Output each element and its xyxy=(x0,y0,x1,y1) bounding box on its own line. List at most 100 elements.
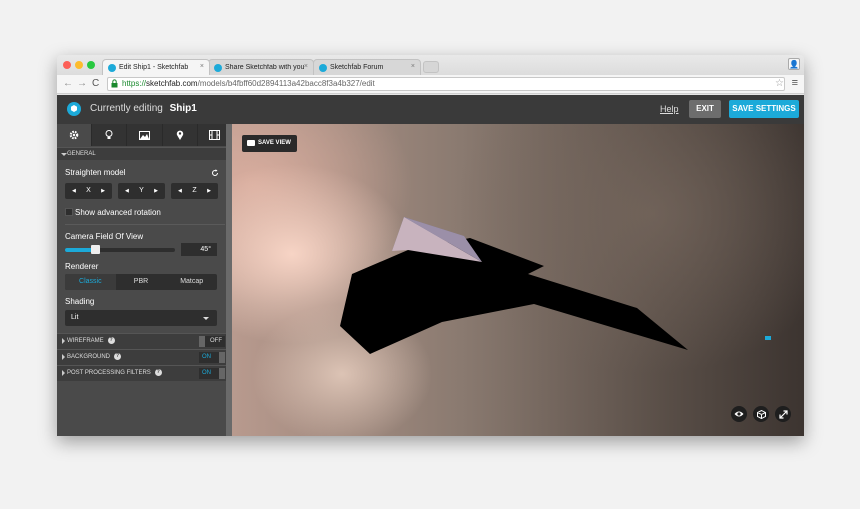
3d-viewport[interactable]: SAVE VIEW xyxy=(232,124,804,436)
help-icon[interactable]: ? xyxy=(114,352,122,360)
close-window-button[interactable] xyxy=(63,61,71,69)
exit-button[interactable]: EXIT xyxy=(689,100,721,118)
caret-down-icon xyxy=(61,153,67,156)
gear-icon xyxy=(69,130,79,140)
lightbulb-icon xyxy=(105,130,113,139)
fov-label: Camera Field Of View xyxy=(65,232,144,241)
toggle-nub xyxy=(199,336,205,347)
browser-tab-edit[interactable]: Edit Ship1 - Sketchfab × xyxy=(102,59,210,75)
renderer-selector: Classic PBR Matcap xyxy=(65,274,217,290)
general-section-header[interactable]: GENERAL xyxy=(57,147,232,160)
arrow-left-icon[interactable]: ◀ xyxy=(178,183,182,199)
chevron-down-icon xyxy=(203,317,209,320)
model-name: Ship1 xyxy=(169,103,197,114)
fov-slider-handle[interactable] xyxy=(90,245,100,254)
fullscreen-button[interactable] xyxy=(775,406,791,422)
caret-right-icon xyxy=(62,338,65,344)
new-tab-button[interactable] xyxy=(423,61,439,73)
rotate-z-control[interactable]: ◀ Z ▶ xyxy=(171,183,218,199)
help-link[interactable]: Help xyxy=(660,104,679,114)
browser-tab-share[interactable]: Share Sketchfab with you × xyxy=(208,59,314,75)
reset-rotation-icon[interactable] xyxy=(211,169,219,177)
background-toggle[interactable]: ON xyxy=(199,352,225,363)
url-host: sketchfab.com xyxy=(146,79,198,88)
browser-tab-forum[interactable]: Sketchfab Forum × xyxy=(313,59,421,75)
tab-close-icon[interactable]: × xyxy=(411,63,415,70)
ship-model[interactable] xyxy=(232,124,804,436)
tab-bar: Edit Ship1 - Sketchfab × Share Sketchfab… xyxy=(57,55,804,75)
film-icon xyxy=(209,130,221,140)
reload-icon[interactable]: C xyxy=(92,78,99,89)
help-icon[interactable]: ? xyxy=(154,368,162,376)
section-title: GENERAL xyxy=(67,151,96,157)
tab-title: Share Sketchfab with you xyxy=(225,64,305,71)
arrow-right-icon[interactable]: ▶ xyxy=(207,183,211,199)
app-header: Currently editing Ship1 Help EXIT SAVE S… xyxy=(57,95,804,124)
fov-value-input[interactable]: 45° xyxy=(181,243,217,256)
renderer-option-classic[interactable]: Classic xyxy=(65,274,116,290)
arrow-right-icon[interactable]: ▶ xyxy=(101,183,105,199)
view-mode-button[interactable] xyxy=(753,406,769,422)
panel-title: BACKGROUND xyxy=(67,354,111,360)
address-bar[interactable]: https://sketchfab.com/models/b4fbff60d28… xyxy=(107,77,785,91)
shading-select[interactable]: Lit xyxy=(65,310,217,326)
image-icon xyxy=(139,130,150,140)
fov-slider[interactable] xyxy=(65,245,175,254)
url-path: /models/b4fbff60d2894113a42bacc8f3a4b327… xyxy=(197,79,375,88)
help-icon[interactable]: ? xyxy=(107,336,115,344)
wireframe-panel[interactable]: WIREFRAME? OFF xyxy=(57,333,232,349)
toggle-state: ON xyxy=(202,354,211,360)
maximize-window-button[interactable] xyxy=(87,61,95,69)
settings-tabs xyxy=(57,124,232,146)
caret-right-icon xyxy=(62,354,65,360)
post-processing-toggle[interactable]: ON xyxy=(199,368,225,379)
view-mode-badge xyxy=(765,336,771,340)
sketchfab-favicon-icon xyxy=(108,63,116,72)
tab-general[interactable] xyxy=(57,124,93,146)
arrow-left-icon[interactable]: ◀ xyxy=(72,183,76,199)
bookmark-star-icon[interactable]: ☆ xyxy=(775,78,784,89)
tab-close-icon[interactable]: × xyxy=(304,63,308,70)
tab-title: Edit Ship1 - Sketchfab xyxy=(119,64,189,71)
background-panel[interactable]: BACKGROUND? ON xyxy=(57,349,232,365)
editing-label: Currently editing xyxy=(90,103,163,114)
renderer-label: Renderer xyxy=(65,262,99,271)
tab-close-icon[interactable]: × xyxy=(200,63,204,70)
toggle-nub xyxy=(219,368,225,379)
tab-background[interactable] xyxy=(127,124,163,146)
profile-icon[interactable]: 👤 xyxy=(788,58,800,70)
forward-icon[interactable]: → xyxy=(77,78,87,89)
wireframe-toggle[interactable]: OFF xyxy=(199,336,225,347)
arrow-right-icon[interactable]: ▶ xyxy=(154,183,158,199)
url-scheme: https:// xyxy=(122,79,147,88)
window-controls xyxy=(63,61,95,69)
rotate-x-control[interactable]: ◀ X ▶ xyxy=(65,183,112,199)
axis-label-y: Y xyxy=(139,187,144,194)
caret-right-icon xyxy=(62,370,65,376)
post-processing-panel[interactable]: POST PROCESSING FILTERS? ON xyxy=(57,365,232,381)
renderer-option-pbr[interactable]: PBR xyxy=(116,274,167,290)
menu-icon[interactable]: ≡ xyxy=(792,77,798,89)
eye-button[interactable] xyxy=(731,406,747,422)
browser-toolbar: ← → C https://sketchfab.com/models/b4fbf… xyxy=(57,75,804,94)
settings-sidebar: GENERAL Straighten model ◀ X ▶ ◀ Y ▶ ◀ Z… xyxy=(57,124,232,436)
divider xyxy=(65,224,225,225)
back-icon[interactable]: ← xyxy=(63,78,73,89)
rotate-y-control[interactable]: ◀ Y ▶ xyxy=(118,183,165,199)
lock-icon xyxy=(111,79,118,88)
cube-icon xyxy=(756,409,766,419)
renderer-option-matcap[interactable]: Matcap xyxy=(166,274,217,290)
pin-icon xyxy=(176,130,183,140)
axis-label-x: X xyxy=(86,187,91,194)
tab-annotations[interactable] xyxy=(163,124,198,146)
sketchfab-favicon-icon xyxy=(319,63,327,72)
save-settings-button[interactable]: SAVE SETTINGS xyxy=(729,100,799,118)
arrow-left-icon[interactable]: ◀ xyxy=(125,183,129,199)
eye-icon xyxy=(734,411,744,417)
advanced-rotation-label: Show advanced rotation xyxy=(75,208,161,217)
minimize-window-button[interactable] xyxy=(75,61,83,69)
tab-lighting[interactable] xyxy=(92,124,128,146)
tab-title: Sketchfab Forum xyxy=(330,64,384,71)
advanced-rotation-checkbox[interactable] xyxy=(65,208,73,216)
sketchfab-logo-icon[interactable] xyxy=(67,102,81,116)
